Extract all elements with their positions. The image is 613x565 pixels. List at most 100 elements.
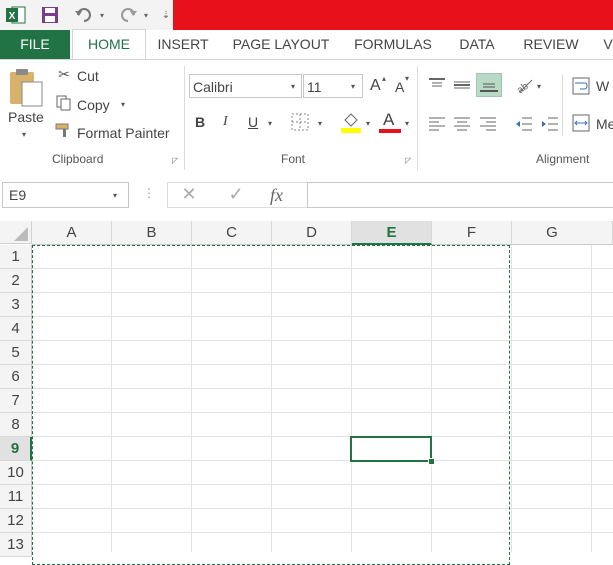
row-header-12[interactable]: 12 (0, 509, 32, 533)
column-header-a[interactable]: A (32, 221, 112, 245)
formula-input[interactable] (307, 182, 613, 208)
shrink-font-button[interactable]: A (395, 79, 404, 95)
group-divider (562, 74, 563, 136)
save-icon[interactable] (38, 3, 62, 27)
grow-font-button[interactable]: A (370, 77, 381, 95)
merge-center-icon[interactable] (572, 114, 590, 132)
excel-logo-icon: X (4, 3, 28, 27)
borders-dropdown-icon[interactable]: ▾ (318, 119, 322, 128)
cut-button[interactable]: Cut (77, 68, 99, 84)
row-header-9[interactable]: 9 (0, 437, 32, 461)
svg-text:ab: ab (515, 81, 531, 94)
cancel-icon[interactable]: ✕ (177, 184, 201, 205)
active-cell-e9[interactable] (350, 436, 432, 462)
row-header-13[interactable]: 13 (0, 533, 32, 557)
font-size-dropdown-icon[interactable]: ▾ (351, 82, 355, 91)
align-center-icon[interactable] (452, 115, 472, 133)
font-launcher-icon[interactable]: ◸ (405, 156, 411, 165)
font-size-value: 11 (307, 79, 322, 95)
name-box[interactable]: E9 (2, 182, 129, 208)
row-header-6[interactable]: 6 (0, 365, 32, 389)
column-header-g[interactable]: G (512, 221, 613, 245)
format-painter-button[interactable]: Format Painter (77, 125, 170, 141)
tab-insert[interactable]: INSERT (150, 30, 216, 59)
redo-dropdown-icon[interactable]: ▾ (140, 3, 152, 27)
column-header-b[interactable]: B (112, 221, 192, 245)
bottom-align-icon[interactable] (476, 73, 502, 97)
font-group-label: Font (281, 152, 306, 166)
font-color-button[interactable]: A (383, 110, 394, 130)
clipboard-group-label: Clipboard (52, 152, 104, 166)
paste-button[interactable]: Paste (8, 109, 44, 125)
bold-button[interactable]: B (195, 114, 205, 130)
insert-function-button[interactable]: fx (270, 185, 292, 206)
tab-page-layout[interactable]: PAGE LAYOUT (226, 30, 336, 59)
wrap-text-button[interactable]: W (596, 78, 609, 94)
customize-qat-icon[interactable]: ⇣ (160, 3, 172, 27)
align-right-icon[interactable] (478, 115, 498, 133)
cut-icon[interactable]: ✂ (54, 66, 74, 83)
row-header-2[interactable]: 2 (0, 269, 32, 293)
tab-data[interactable]: DATA (450, 30, 504, 59)
tab-home[interactable]: HOME (72, 29, 146, 59)
middle-align-icon[interactable] (452, 76, 472, 94)
borders-icon[interactable] (291, 113, 309, 131)
italic-button[interactable]: I (223, 114, 228, 130)
redo-icon[interactable] (116, 3, 140, 27)
underline-button[interactable]: U (248, 114, 258, 130)
copy-button[interactable]: Copy (77, 97, 110, 113)
row-header-7[interactable]: 7 (0, 389, 32, 413)
name-box-value: E9 (9, 187, 27, 203)
underline-dropdown-icon[interactable]: ▾ (268, 119, 272, 128)
font-name-dropdown-icon[interactable]: ▾ (291, 82, 295, 91)
row-header-3[interactable]: 3 (0, 293, 32, 317)
undo-icon[interactable] (72, 3, 96, 27)
clipboard-launcher-icon[interactable]: ◸ (172, 156, 178, 165)
fill-color-icon[interactable] (340, 111, 362, 133)
row-header-8[interactable]: 8 (0, 413, 32, 437)
tab-formulas[interactable]: FORMULAS (346, 30, 440, 59)
tab-view[interactable]: V (598, 30, 613, 59)
wrap-text-icon[interactable] (572, 77, 590, 95)
enter-icon[interactable]: ✓ (224, 184, 248, 205)
grow-font-icon: ▴ (382, 74, 387, 83)
formula-bar-grip-icon: ⋮ (143, 186, 155, 200)
column-header-c[interactable]: C (192, 221, 272, 245)
top-align-icon[interactable] (427, 76, 447, 94)
fill-color-dropdown-icon[interactable]: ▾ (366, 119, 370, 128)
column-header-d[interactable]: D (272, 221, 352, 245)
column-header-f[interactable]: F (432, 221, 512, 245)
svg-text:X: X (9, 11, 16, 22)
row-header-1[interactable]: 1 (0, 245, 32, 269)
copy-icon[interactable] (54, 95, 74, 114)
copy-dropdown-icon[interactable]: ▾ (121, 100, 125, 109)
tab-review[interactable]: REVIEW (514, 30, 588, 59)
row-header-5[interactable]: 5 (0, 341, 32, 365)
merge-center-button[interactable]: Me (596, 116, 613, 132)
group-divider (184, 66, 185, 170)
increase-indent-icon[interactable] (540, 115, 560, 133)
row-header-4[interactable]: 4 (0, 317, 32, 341)
format-painter-icon[interactable] (54, 122, 74, 141)
select-all-corner[interactable] (0, 221, 32, 244)
column-header-e[interactable]: E (352, 221, 432, 245)
copy-marquee (32, 245, 510, 565)
orientation-dropdown-icon[interactable]: ▾ (537, 82, 541, 91)
orientation-icon[interactable]: ab (514, 76, 534, 96)
paste-icon[interactable] (8, 68, 46, 108)
title-bar-banner (173, 0, 613, 30)
font-color-dropdown-icon[interactable]: ▾ (405, 119, 409, 128)
align-left-icon[interactable] (427, 115, 447, 133)
row-header-11[interactable]: 11 (0, 485, 32, 509)
paste-dropdown-icon[interactable]: ▾ (22, 130, 26, 139)
name-box-dropdown-icon[interactable]: ▾ (113, 191, 117, 200)
tab-file[interactable]: FILE (0, 30, 70, 59)
undo-dropdown-icon[interactable]: ▾ (96, 3, 108, 27)
font-name-combo[interactable]: Calibri (189, 74, 302, 98)
decrease-indent-icon[interactable] (514, 115, 534, 133)
row-header-10[interactable]: 10 (0, 461, 32, 485)
shrink-font-icon: ▾ (405, 74, 410, 83)
font-name-value: Calibri (193, 79, 233, 95)
group-divider (417, 66, 418, 170)
fill-handle[interactable] (428, 458, 435, 465)
